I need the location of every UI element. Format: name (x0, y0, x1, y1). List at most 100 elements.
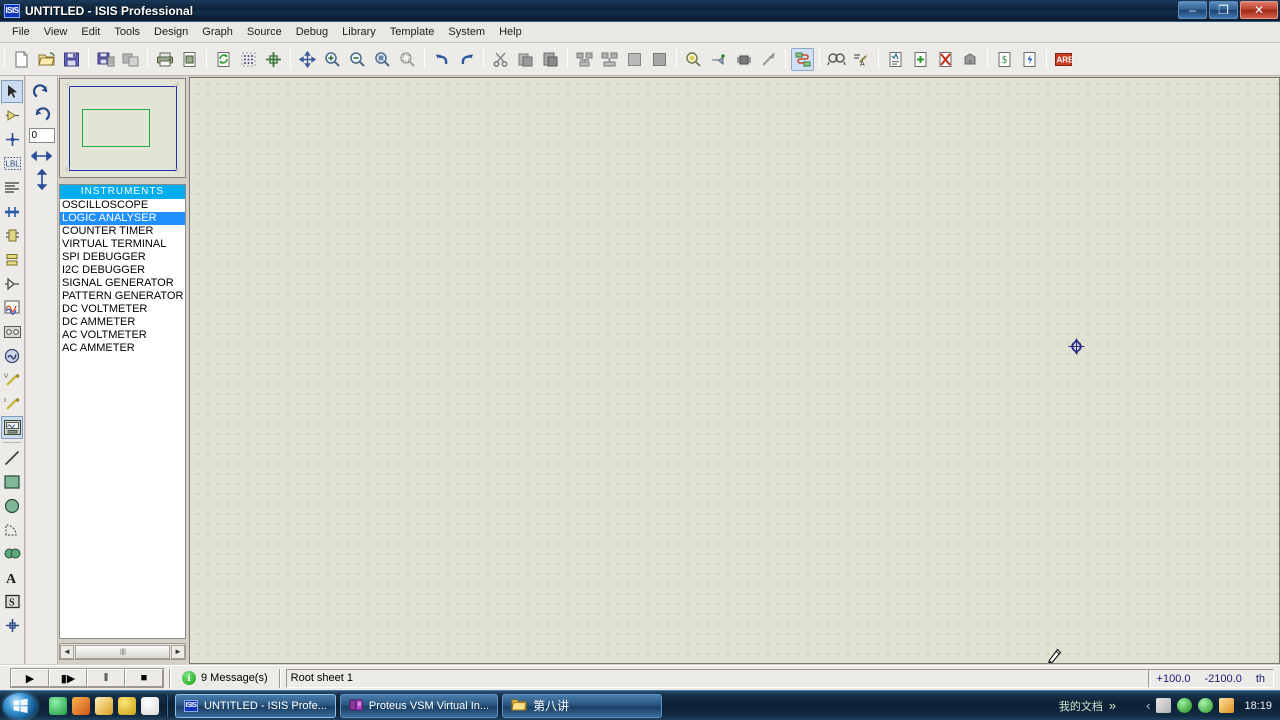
picker-item-dc-ammeter[interactable]: DC AMMETER (60, 316, 185, 329)
taskbar-item-proteus-vsm[interactable]: Proteus VSM Virtual In... (339, 693, 499, 718)
menu-tools[interactable]: Tools (107, 24, 147, 40)
open-file-icon[interactable] (35, 48, 58, 71)
box-tool[interactable] (1, 470, 23, 493)
menu-edit[interactable]: Edit (74, 24, 107, 40)
download-manager-icon[interactable] (95, 696, 113, 715)
tray-documents-label[interactable]: 我的文档 (1059, 698, 1103, 714)
junction-dot-mode[interactable] (1, 128, 23, 151)
subcircuit-mode[interactable] (1, 224, 23, 247)
tray-chevron-icon[interactable]: ‹ (1146, 698, 1150, 713)
component-mode[interactable] (1, 104, 23, 127)
tray-expand-icon[interactable]: » (1109, 698, 1116, 713)
block-copy-icon[interactable] (573, 48, 596, 71)
text-script-mode[interactable] (1, 176, 23, 199)
netlist-to-ares-icon[interactable]: ARES (1052, 48, 1075, 71)
path-tool[interactable] (1, 542, 23, 565)
exit-sheet-icon[interactable] (959, 48, 982, 71)
menu-source[interactable]: Source (240, 24, 289, 40)
picker-item-ac-ammeter[interactable]: AC AMMETER (60, 342, 185, 355)
overview-viewport-rect[interactable] (82, 109, 150, 147)
wire-label-mode[interactable]: LBL (1, 152, 23, 175)
minimize-button[interactable]: – (1178, 0, 1207, 19)
cut-icon[interactable] (489, 48, 512, 71)
pause-button[interactable]: ‖ (87, 669, 125, 687)
shield-green-icon[interactable] (1177, 698, 1193, 713)
scroll-right-arrow-icon[interactable]: ► (171, 644, 185, 659)
export-section-icon[interactable] (119, 48, 142, 71)
picker-item-signal-generator[interactable]: SIGNAL GENERATOR (60, 277, 185, 290)
taskbar-item-folder[interactable]: 第八讲 (502, 693, 663, 718)
voltage-probe-mode[interactable]: V (1, 368, 23, 391)
picker-horizontal-scrollbar[interactable]: ◄ ‖‖ ► (59, 643, 186, 660)
picker-item-i2c-debugger[interactable]: I2C DEBUGGER (60, 264, 185, 277)
origin-icon[interactable] (262, 48, 285, 71)
print-icon[interactable] (153, 48, 176, 71)
current-probe-mode[interactable]: I (1, 392, 23, 415)
taskbar-item-isis[interactable]: ISIS UNTITLED - ISIS Profe... (175, 693, 336, 718)
device-pins-mode[interactable] (1, 272, 23, 295)
circle-tool[interactable] (1, 494, 23, 517)
rotation-angle-field[interactable]: 0 (28, 128, 55, 143)
menu-file[interactable]: File (5, 24, 37, 40)
undo-icon[interactable] (430, 48, 453, 71)
safety-guard-icon[interactable] (1156, 698, 1172, 713)
property-assignment-icon[interactable]: A (850, 48, 873, 71)
overview-panel[interactable]: ✳ ✳ ✳ ✳ (59, 78, 186, 178)
menu-template[interactable]: Template (383, 24, 442, 40)
stop-button[interactable]: ■ (125, 669, 163, 687)
picker-item-oscilloscope[interactable]: OSCILLOSCOPE (60, 199, 185, 212)
wire-autorouter-icon[interactable] (791, 47, 814, 71)
rotate-clockwise-icon[interactable] (29, 81, 55, 103)
zoom-all-icon[interactable] (371, 48, 394, 71)
menu-system[interactable]: System (441, 24, 492, 40)
import-section-icon[interactable] (94, 48, 117, 71)
play-button[interactable]: ▶ (11, 669, 49, 687)
bill-of-materials-icon[interactable]: $ (993, 48, 1016, 71)
graph-mode[interactable] (1, 296, 23, 319)
copy-icon[interactable] (514, 48, 537, 71)
toggle-grid-icon[interactable] (237, 48, 260, 71)
menu-help[interactable]: Help (492, 24, 529, 40)
symbol-tool[interactable]: S (1, 590, 23, 613)
save-file-icon[interactable] (60, 48, 83, 71)
virtual-instruments-mode[interactable] (1, 416, 23, 439)
restore-button[interactable]: ❐ (1209, 0, 1238, 19)
scroll-left-arrow-icon[interactable]: ◄ (60, 644, 74, 659)
yellow-app-icon[interactable] (118, 696, 136, 715)
message-status[interactable]: i 9 Message(s) (176, 671, 274, 685)
refresh-display-icon[interactable] (212, 48, 235, 71)
block-delete-icon[interactable] (648, 48, 671, 71)
print-area-icon[interactable] (178, 48, 201, 71)
mirror-vertical-icon[interactable] (29, 168, 55, 190)
decompose-icon[interactable] (757, 48, 780, 71)
picker-item-spi-debugger[interactable]: SPI DEBUGGER (60, 251, 185, 264)
text-tool[interactable]: A (1, 566, 23, 589)
paste-icon[interactable] (539, 48, 562, 71)
menu-library[interactable]: Library (335, 24, 383, 40)
qq-penguin-icon[interactable] (141, 696, 159, 715)
new-file-icon[interactable] (10, 48, 33, 71)
remove-sheet-icon[interactable] (934, 48, 957, 71)
bus-mode[interactable] (1, 200, 23, 223)
mirror-horizontal-icon[interactable] (29, 145, 55, 167)
schematic-editing-area[interactable] (189, 77, 1280, 664)
picker-item-virtual-terminal[interactable]: VIRTUAL TERMINAL (60, 238, 185, 251)
schematic-grid[interactable] (190, 78, 1279, 663)
generator-mode[interactable] (1, 344, 23, 367)
zoom-in-icon[interactable] (321, 48, 344, 71)
zoom-area-icon[interactable] (396, 48, 419, 71)
block-rotate-icon[interactable] (623, 48, 646, 71)
menu-view[interactable]: View (37, 24, 75, 40)
new-sheet-icon[interactable] (909, 48, 932, 71)
picker-item-pattern-generator[interactable]: PATTERN GENERATOR (60, 290, 185, 303)
tape-recorder-mode[interactable] (1, 320, 23, 343)
search-tag-icon[interactable] (825, 48, 848, 71)
picker-item-ac-voltmeter[interactable]: AC VOLTMETER (60, 329, 185, 342)
menu-design[interactable]: Design (147, 24, 195, 40)
menu-debug[interactable]: Debug (289, 24, 335, 40)
marker-tool[interactable] (1, 614, 23, 637)
step-button[interactable]: ▮▶ (49, 669, 87, 687)
make-device-icon[interactable] (707, 48, 730, 71)
folder-tray-icon[interactable] (1219, 698, 1235, 713)
pick-device-icon[interactable] (682, 48, 705, 71)
